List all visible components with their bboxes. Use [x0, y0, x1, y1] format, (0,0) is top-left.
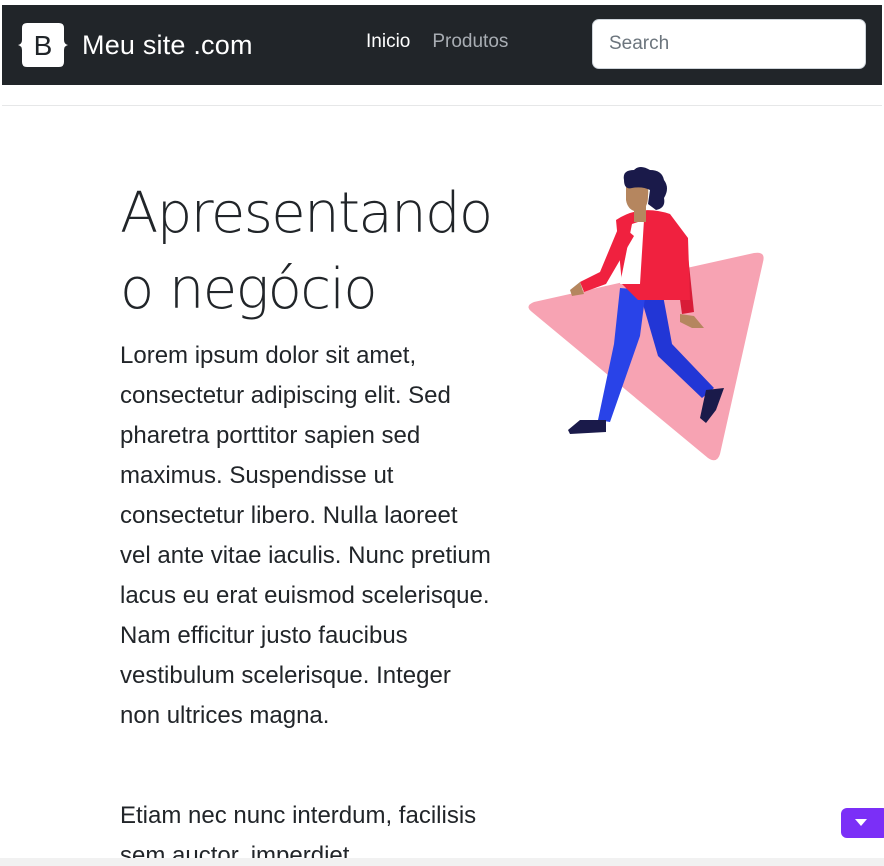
navbar: B Meu site .com Inicio Produtos	[2, 5, 882, 85]
horizontal-scrollbar[interactable]	[0, 858, 884, 866]
caret-down-icon	[855, 819, 867, 826]
page: B Meu site .com Inicio Produtos Apresent…	[0, 0, 884, 866]
brand-link[interactable]: B Meu site .com	[18, 21, 253, 69]
bootstrap-logo-icon: B	[18, 23, 68, 67]
hero-paragraph-1: Lorem ipsum dolor sit amet, consectetur …	[120, 342, 491, 729]
brand-name: Meu site .com	[82, 29, 253, 60]
scroll-down-button[interactable]	[841, 808, 884, 838]
nav-links: Inicio Produtos	[366, 31, 508, 53]
brand-logo-letter: B	[34, 30, 53, 61]
header-divider	[2, 105, 882, 106]
hero-title: Apresentando o negócio	[120, 181, 493, 322]
search-input[interactable]	[592, 19, 866, 69]
nav-link-produtos[interactable]: Produtos	[432, 31, 508, 53]
walking-person-illustration	[528, 167, 764, 461]
front-shoe-shape	[568, 420, 606, 434]
hero-paragraph-2: Etiam nec nunc interdum, facilisis sem a…	[120, 802, 477, 866]
nav-link-inicio[interactable]: Inicio	[366, 31, 410, 53]
